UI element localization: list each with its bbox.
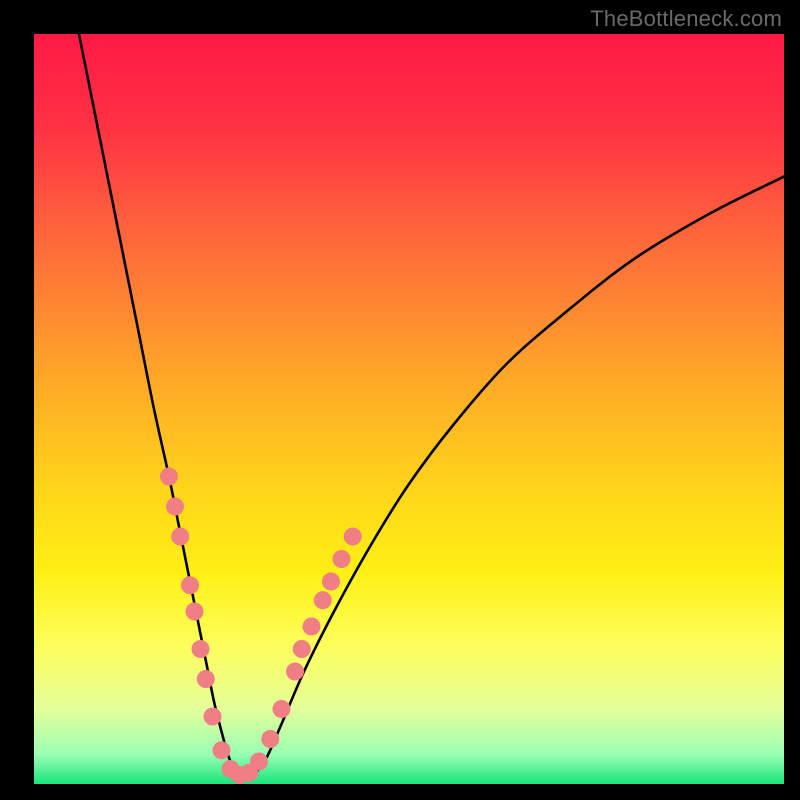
chart-frame: TheBottleneck.com	[0, 0, 800, 800]
curve-marker	[192, 640, 210, 658]
plot-area	[34, 34, 784, 784]
curve-marker	[286, 663, 304, 681]
curve-marker	[333, 550, 351, 568]
curve-marker	[303, 618, 321, 636]
curve-marker	[204, 708, 222, 726]
curve-marker	[160, 468, 178, 486]
curve-marker	[273, 700, 291, 718]
chart-svg	[34, 34, 784, 784]
watermark-text: TheBottleneck.com	[590, 6, 782, 32]
curve-marker	[186, 603, 204, 621]
curve-marker	[322, 573, 340, 591]
curve-marker	[314, 591, 332, 609]
curve-marker	[293, 640, 311, 658]
gradient-background	[34, 34, 784, 784]
curve-marker	[166, 498, 184, 516]
curve-marker	[171, 528, 189, 546]
curve-marker	[181, 576, 199, 594]
curve-marker	[344, 528, 362, 546]
curve-marker	[250, 753, 268, 771]
curve-marker	[213, 741, 231, 759]
curve-marker	[197, 670, 215, 688]
curve-marker	[261, 730, 279, 748]
